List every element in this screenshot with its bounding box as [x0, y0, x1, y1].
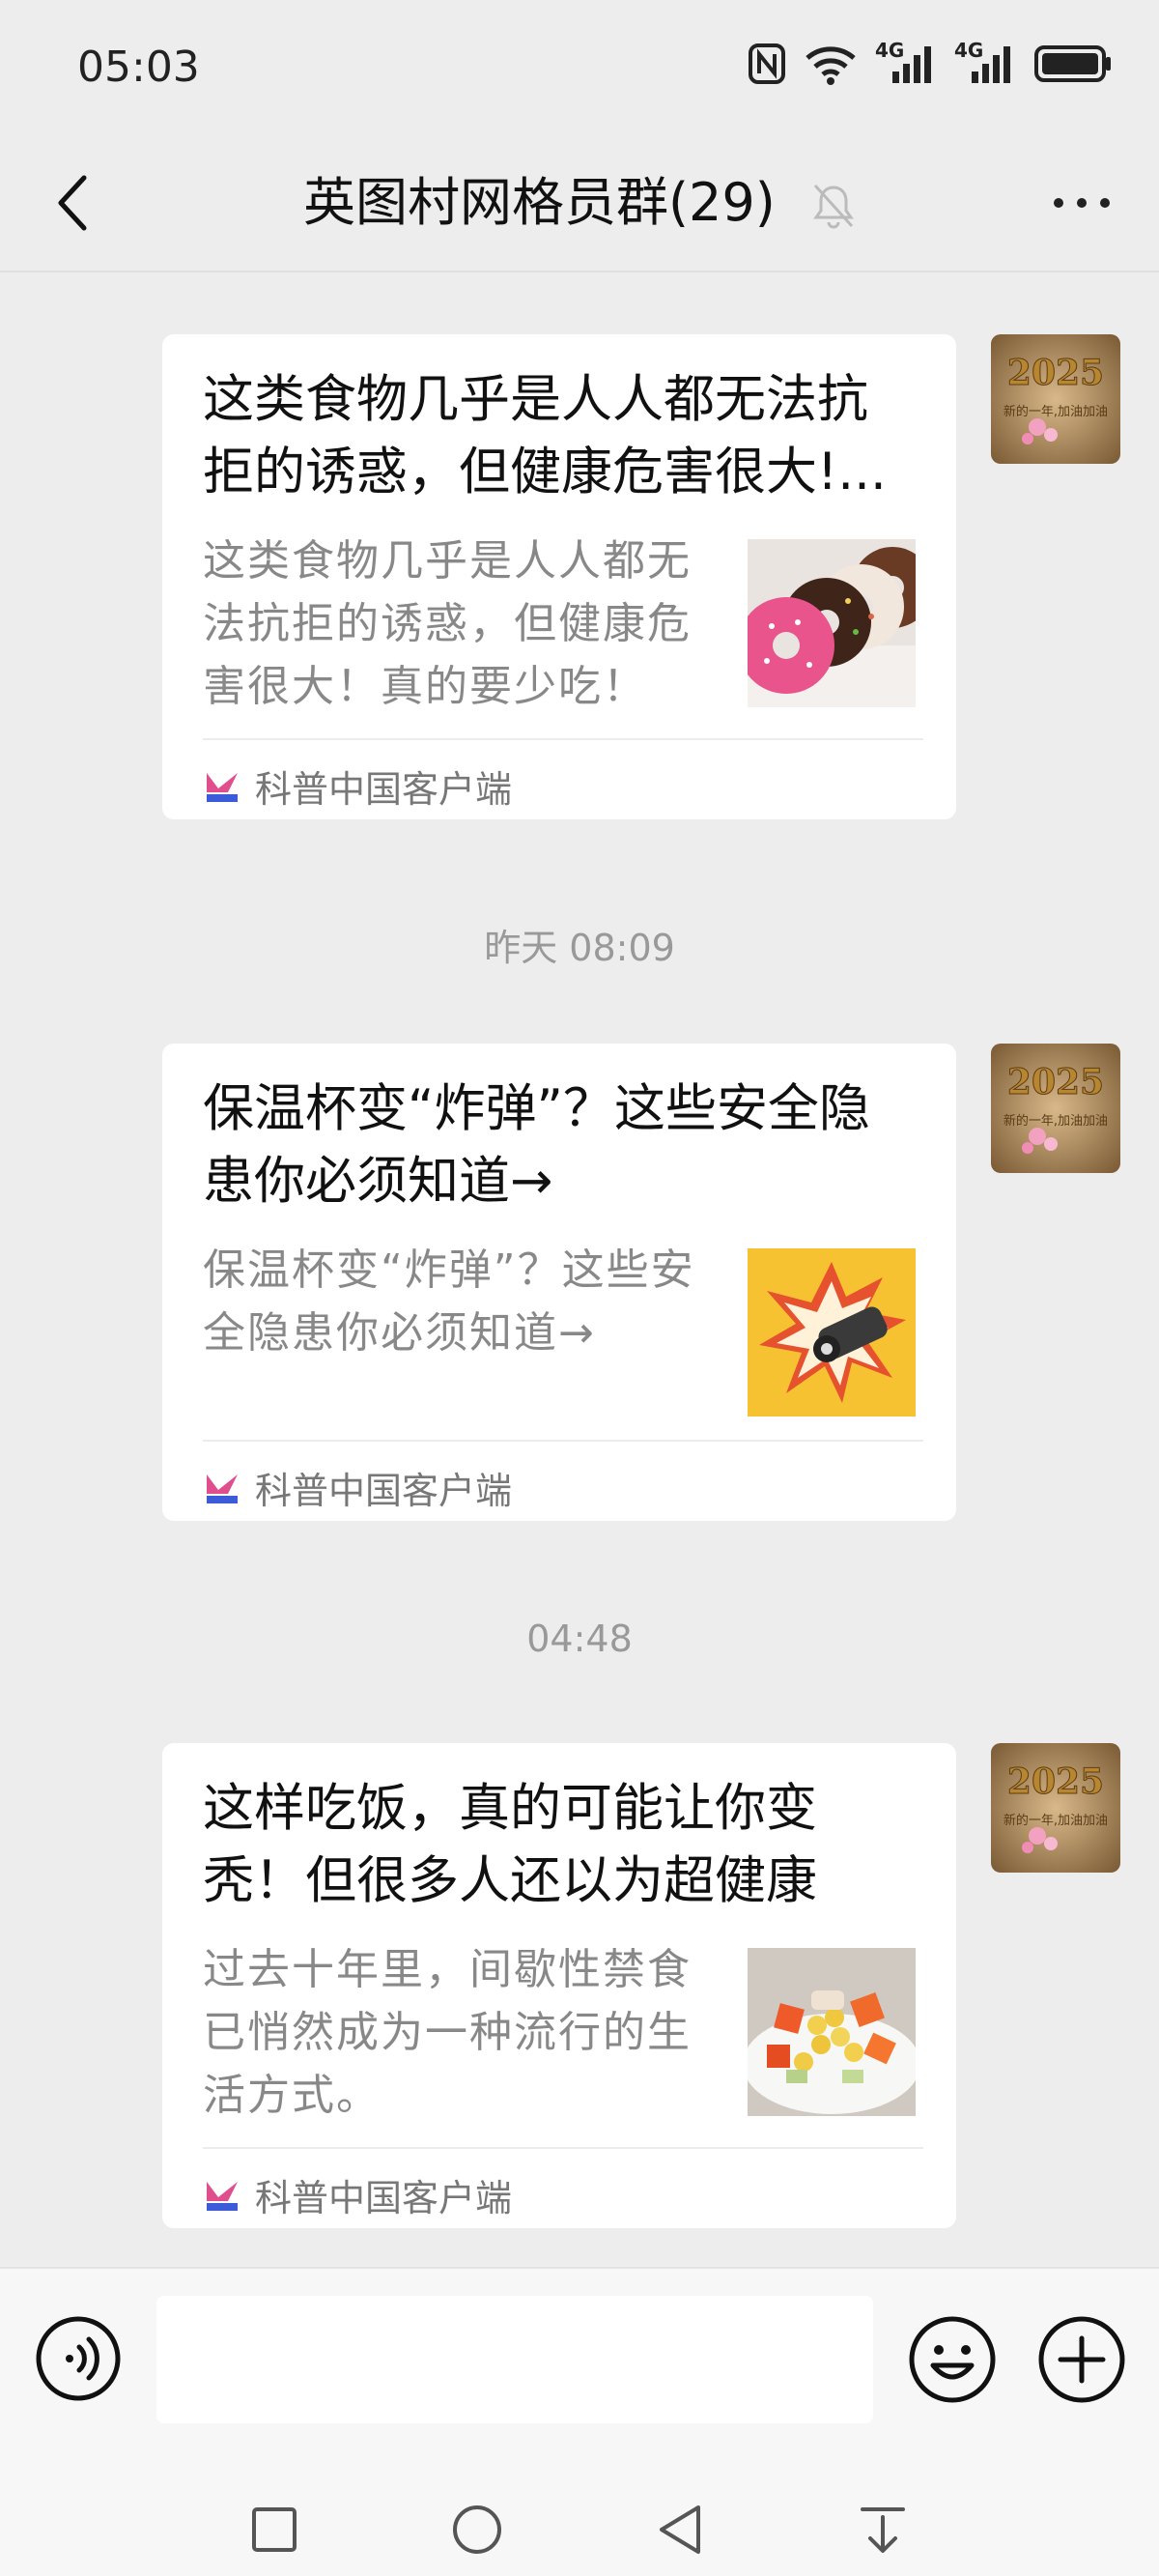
emoji-button[interactable]	[908, 2315, 997, 2404]
article-source: 科普中国客户端	[203, 2168, 512, 2221]
wifi-icon	[806, 46, 856, 85]
article-title: 保温杯变“炸弹”？这些安全隐患你必须知道→	[203, 1079, 870, 1211]
article-title: 这样吃饭，真的可能让你变秃！但很多人还以为超健康	[203, 1779, 817, 1910]
sender-avatar[interactable]: 2025 新的一年,加油加油	[991, 334, 1120, 464]
more-actions-button[interactable]	[1037, 2315, 1126, 2404]
avatar-image: 2025 新的一年,加油加油	[991, 1743, 1120, 1873]
more-options-button[interactable]	[1043, 162, 1120, 243]
article-desc: 过去十年里，间歇性禁食已悄然成为一种流行的生活方式。	[203, 1945, 692, 2120]
status-time: 05:03	[77, 43, 200, 92]
signal-bars-icon	[972, 46, 1010, 83]
kepu-logo-icon	[207, 772, 238, 802]
thermos-thumbnail	[748, 1248, 916, 1417]
chat-title-wrap[interactable]: 英图村网格员群(29)	[0, 162, 1159, 243]
salad-thumbnail	[748, 1948, 916, 2116]
kepu-logo-icon	[207, 1474, 238, 1503]
card-divider	[203, 2147, 923, 2149]
chat-header: 英图村网格员群(29)	[0, 135, 1159, 272]
salad-image	[748, 1948, 916, 2116]
article-desc: 保温杯变“炸弹”？这些安全隐患你必须知道→	[203, 1245, 695, 1358]
more-dots-icon	[1054, 198, 1110, 208]
article-source: 科普中国客户端	[203, 1461, 512, 1514]
plus-icon	[1038, 2316, 1125, 2403]
circle-icon	[453, 2505, 501, 2554]
sender-avatar[interactable]: 2025 新的一年,加油加油	[991, 1044, 1120, 1173]
mute-bell-icon	[813, 185, 854, 229]
source-name: 科普中国客户端	[255, 1470, 513, 1512]
donut-image	[748, 539, 916, 707]
square-icon	[252, 2507, 297, 2552]
voice-icon	[36, 2316, 121, 2401]
article-card-1[interactable]: 这类食物几乎是人人都无法抗拒的诱惑，但健康危害很大!... 这类食物几乎是人人都…	[162, 334, 956, 819]
system-navigation	[0, 2491, 1159, 2568]
thermos-explosion-image	[748, 1248, 916, 1417]
avatar-caption: 新的一年,加油加油	[1004, 404, 1108, 419]
pull-down-icon	[861, 2507, 905, 2553]
status-bar: 05:03 4G 4G	[0, 0, 1159, 135]
article-card-3[interactable]: 这样吃饭，真的可能让你变秃！但很多人还以为超健康 过去十年里，间歇性禁食已悄然成…	[162, 1743, 956, 2228]
message-input[interactable]	[156, 2296, 873, 2423]
nfc-icon	[749, 43, 785, 84]
article-card-2[interactable]: 保温杯变“炸弹”？这些安全隐患你必须知道→ 保温杯变“炸弹”？这些安全隐患你必须…	[162, 1044, 956, 1521]
card-divider	[203, 1440, 923, 1442]
avatar-year: 2025	[1007, 1062, 1104, 1102]
avatar-caption: 新的一年,加油加油	[1004, 1813, 1108, 1828]
sender-avatar[interactable]: 2025 新的一年,加油加油	[991, 1743, 1120, 1873]
signal-1: 4G	[875, 39, 937, 85]
donut-thumbnail	[748, 539, 916, 707]
recent-apps-button[interactable]	[236, 2491, 313, 2568]
signal-bars-icon	[892, 46, 931, 83]
chat-title: 英图村网格员群(29)	[302, 172, 776, 233]
triangle-back-icon	[660, 2505, 700, 2554]
source-name: 科普中国客户端	[255, 2177, 513, 2219]
kepu-logo-icon	[207, 2181, 238, 2211]
status-icons: 4G 4G	[748, 39, 1113, 85]
article-title: 这类食物几乎是人人都无法抗拒的诱惑，但健康危害很大!...	[203, 370, 887, 501]
signal-2: 4G	[954, 39, 1016, 85]
battery-icon	[1034, 45, 1111, 82]
timestamp: 04:48	[526, 1617, 633, 1660]
source-name: 科普中国客户端	[255, 768, 513, 811]
timestamp: 昨天 08:09	[484, 927, 675, 969]
article-source: 科普中国客户端	[203, 759, 512, 813]
input-bar	[0, 2267, 1159, 2576]
voice-input-button[interactable]	[35, 2315, 122, 2402]
home-button[interactable]	[438, 2491, 516, 2568]
avatar-year: 2025	[1007, 1761, 1104, 1802]
emoji-icon	[909, 2316, 996, 2403]
article-desc: 这类食物几乎是人人都无法抗拒的诱惑，但健康危害很大！真的要少吃！	[203, 536, 692, 711]
avatar-caption: 新的一年,加油加油	[1004, 1113, 1108, 1129]
avatar-image: 2025 新的一年,加油加油	[991, 1044, 1120, 1173]
system-back-button[interactable]	[641, 2491, 719, 2568]
notification-shade-button[interactable]	[844, 2491, 921, 2568]
avatar-image: 2025 新的一年,加油加油	[991, 334, 1120, 464]
card-divider	[203, 738, 923, 740]
avatar-year: 2025	[1007, 353, 1104, 393]
